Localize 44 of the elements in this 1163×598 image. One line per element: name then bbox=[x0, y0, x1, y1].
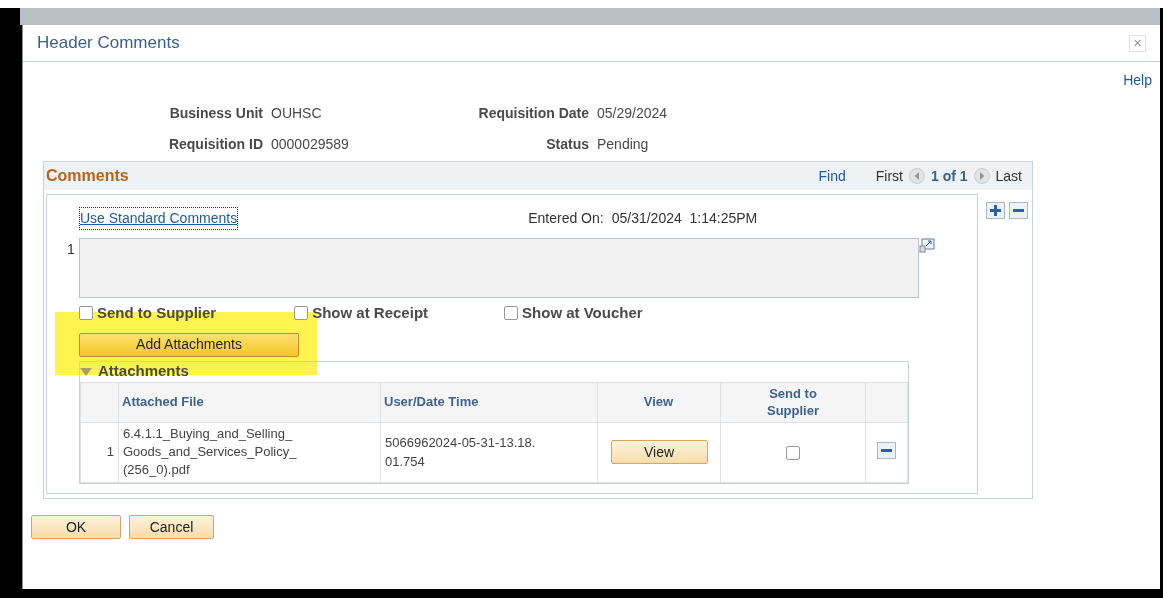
add-attachments-button[interactable]: Add Attachments bbox=[79, 332, 299, 357]
table-cell: 6.4.1.1_Buying_and_Selling_Goods_and_Services_Policy_(256_0).pdf bbox=[118, 422, 381, 482]
column-header: Attached File bbox=[118, 382, 381, 422]
field-value: 0000029589 bbox=[271, 135, 350, 154]
column-header: View bbox=[597, 382, 721, 422]
last-label: Last bbox=[995, 166, 1022, 186]
column-header: User/Date Time bbox=[380, 382, 598, 422]
field-value: 05/29/2024 bbox=[597, 104, 669, 123]
entered-on-label: Entered On: bbox=[528, 209, 604, 228]
section-title: Attachments bbox=[98, 361, 189, 382]
panel-title: Comments bbox=[46, 166, 129, 186]
cancel-button[interactable]: Cancel bbox=[129, 515, 214, 539]
field-label: Status bbox=[545, 135, 589, 154]
comment-field[interactable] bbox=[79, 238, 919, 298]
row-number: 1 bbox=[80, 422, 119, 482]
delete-row-button[interactable] bbox=[1009, 202, 1028, 219]
field-label: Requisition ID bbox=[167, 135, 263, 154]
help-link[interactable]: Help bbox=[1123, 72, 1152, 88]
checkbox[interactable] bbox=[79, 306, 93, 321]
ok-button[interactable]: OK bbox=[31, 515, 121, 539]
row-number: 1 bbox=[67, 240, 75, 259]
page-position: 1 of 1 bbox=[930, 166, 968, 186]
delete-row-button[interactable] bbox=[877, 442, 896, 460]
checkbox[interactable] bbox=[504, 306, 519, 321]
expanded-triangle-icon[interactable] bbox=[80, 367, 92, 376]
field-label: Business Unit bbox=[168, 104, 263, 123]
field-label: Requisition Date bbox=[477, 104, 589, 123]
add-row-button[interactable] bbox=[986, 202, 1005, 219]
field-value: OUHSC bbox=[271, 104, 323, 123]
first-label: First bbox=[875, 166, 903, 186]
checkbox-label: Show at Voucher bbox=[522, 303, 643, 323]
checkbox[interactable] bbox=[294, 306, 309, 321]
view-button[interactable]: View bbox=[610, 440, 708, 464]
entered-on-value: 05/31/2024 1:14:25PM bbox=[611, 209, 758, 228]
expand-icon[interactable] bbox=[919, 238, 935, 254]
table-cell: 5066962024-05-31-13.18.01.754 bbox=[380, 422, 598, 482]
checkbox-label: Show at Receipt bbox=[312, 303, 429, 323]
field-value: Pending bbox=[597, 135, 650, 154]
plus-icon bbox=[990, 205, 1001, 216]
checkbox[interactable] bbox=[786, 445, 800, 460]
standard-comments-link[interactable]: Use Standard Comments bbox=[79, 207, 239, 230]
window-title: Header Comments bbox=[37, 32, 180, 55]
column-header: Send to Supplier bbox=[720, 382, 866, 422]
find-link[interactable]: Find bbox=[818, 165, 846, 187]
